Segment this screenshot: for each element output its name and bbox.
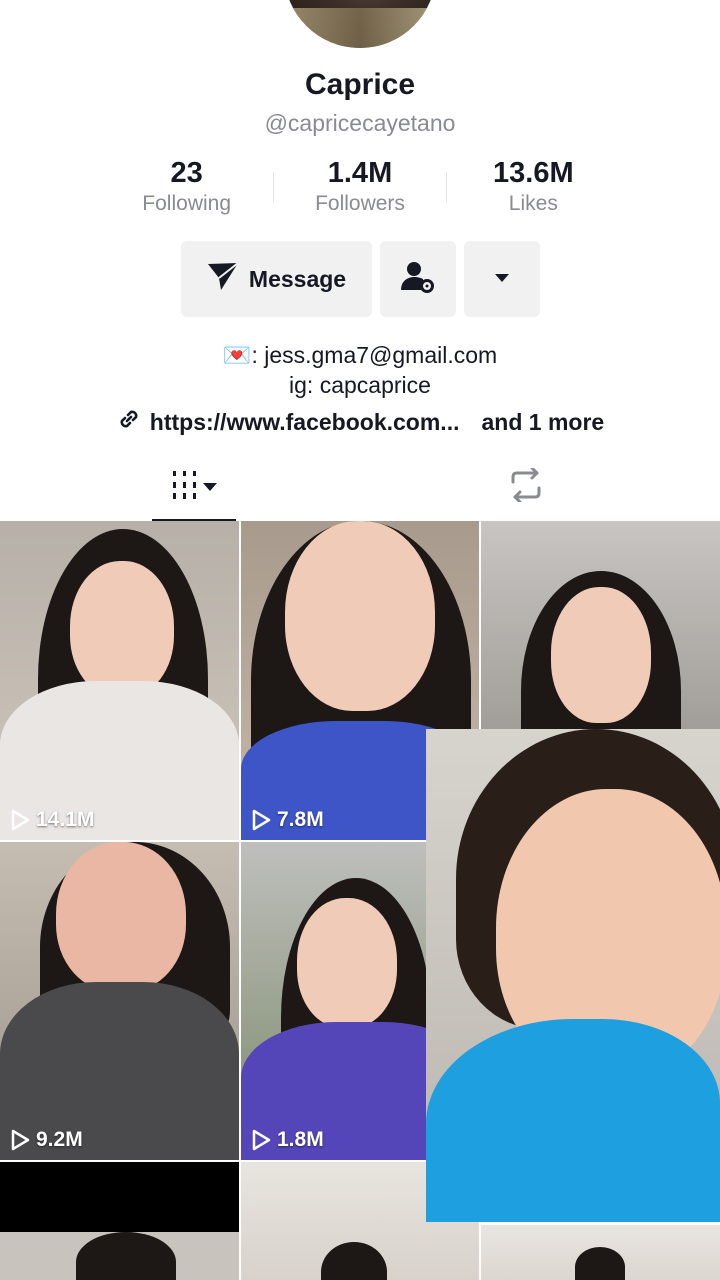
play-icon: [252, 1129, 271, 1151]
profile-avatar[interactable]: [284, 0, 436, 48]
stat-following-value: 23: [170, 157, 203, 189]
video-view-count: 1.8M: [251, 1128, 324, 1152]
stat-likes-label: Likes: [508, 192, 558, 215]
play-icon: [252, 809, 271, 831]
video-thumbnail[interactable]: 14.1M: [0, 521, 239, 840]
grid-icon: [171, 470, 199, 505]
bio-line-email: 💌: jess.gma7@gmail.com: [222, 342, 498, 368]
link-icon: [116, 406, 142, 438]
stat-likes[interactable]: 13.6M Likes: [447, 156, 620, 220]
video-thumbnail[interactable]: [481, 1225, 720, 1280]
profile-stats: 23 Following 1.4M Followers 13.6M Likes: [100, 156, 620, 220]
user-gear-icon: [401, 260, 435, 299]
play-icon: [11, 1129, 30, 1151]
profile-link-url[interactable]: https://www.facebook.com...: [150, 409, 460, 436]
repost-icon: [507, 466, 545, 507]
profile-link-row[interactable]: https://www.facebook.com... and 1 more: [0, 406, 720, 438]
stat-following-label: Following: [142, 192, 232, 215]
stat-followers-label: Followers: [315, 192, 405, 215]
camera-overlay[interactable]: [426, 729, 720, 1222]
caret-down-icon: [494, 270, 510, 288]
video-view-count: 9.2M: [10, 1128, 83, 1152]
profile-tabs: [0, 452, 720, 522]
video-view-count: 14.1M: [10, 808, 94, 832]
follow-settings-button[interactable]: [380, 241, 456, 317]
video-view-count: 7.8M: [251, 808, 324, 832]
tab-videos[interactable]: [152, 452, 236, 522]
bio-line-ig: ig: capcaprice: [289, 372, 431, 398]
profile-link-more[interactable]: and 1 more: [481, 409, 604, 436]
love-letter-emoji: 💌: [222, 342, 252, 368]
profile-bio: 💌: jess.gma7@gmail.com ig: capcaprice: [0, 340, 720, 400]
profile-actions: Message: [181, 241, 540, 317]
caret-down-icon: [203, 478, 217, 496]
message-button-label: Message: [248, 265, 347, 292]
paper-plane-icon: [207, 261, 239, 297]
video-thumbnail[interactable]: [0, 1162, 239, 1280]
play-icon: [11, 809, 30, 831]
stat-followers[interactable]: 1.4M Followers: [273, 156, 447, 220]
stat-following[interactable]: 23 Following: [100, 156, 273, 220]
stat-likes-value: 13.6M: [493, 157, 574, 189]
more-options-button[interactable]: [464, 241, 540, 317]
stat-divider: [273, 172, 275, 202]
message-button[interactable]: Message: [181, 241, 372, 317]
tab-reposts[interactable]: [500, 452, 552, 522]
profile-display-name: Caprice: [304, 68, 416, 101]
profile-username: @capricecayetano: [264, 110, 456, 136]
video-thumbnail[interactable]: 9.2M: [0, 842, 239, 1160]
stat-followers-value: 1.4M: [327, 157, 393, 189]
